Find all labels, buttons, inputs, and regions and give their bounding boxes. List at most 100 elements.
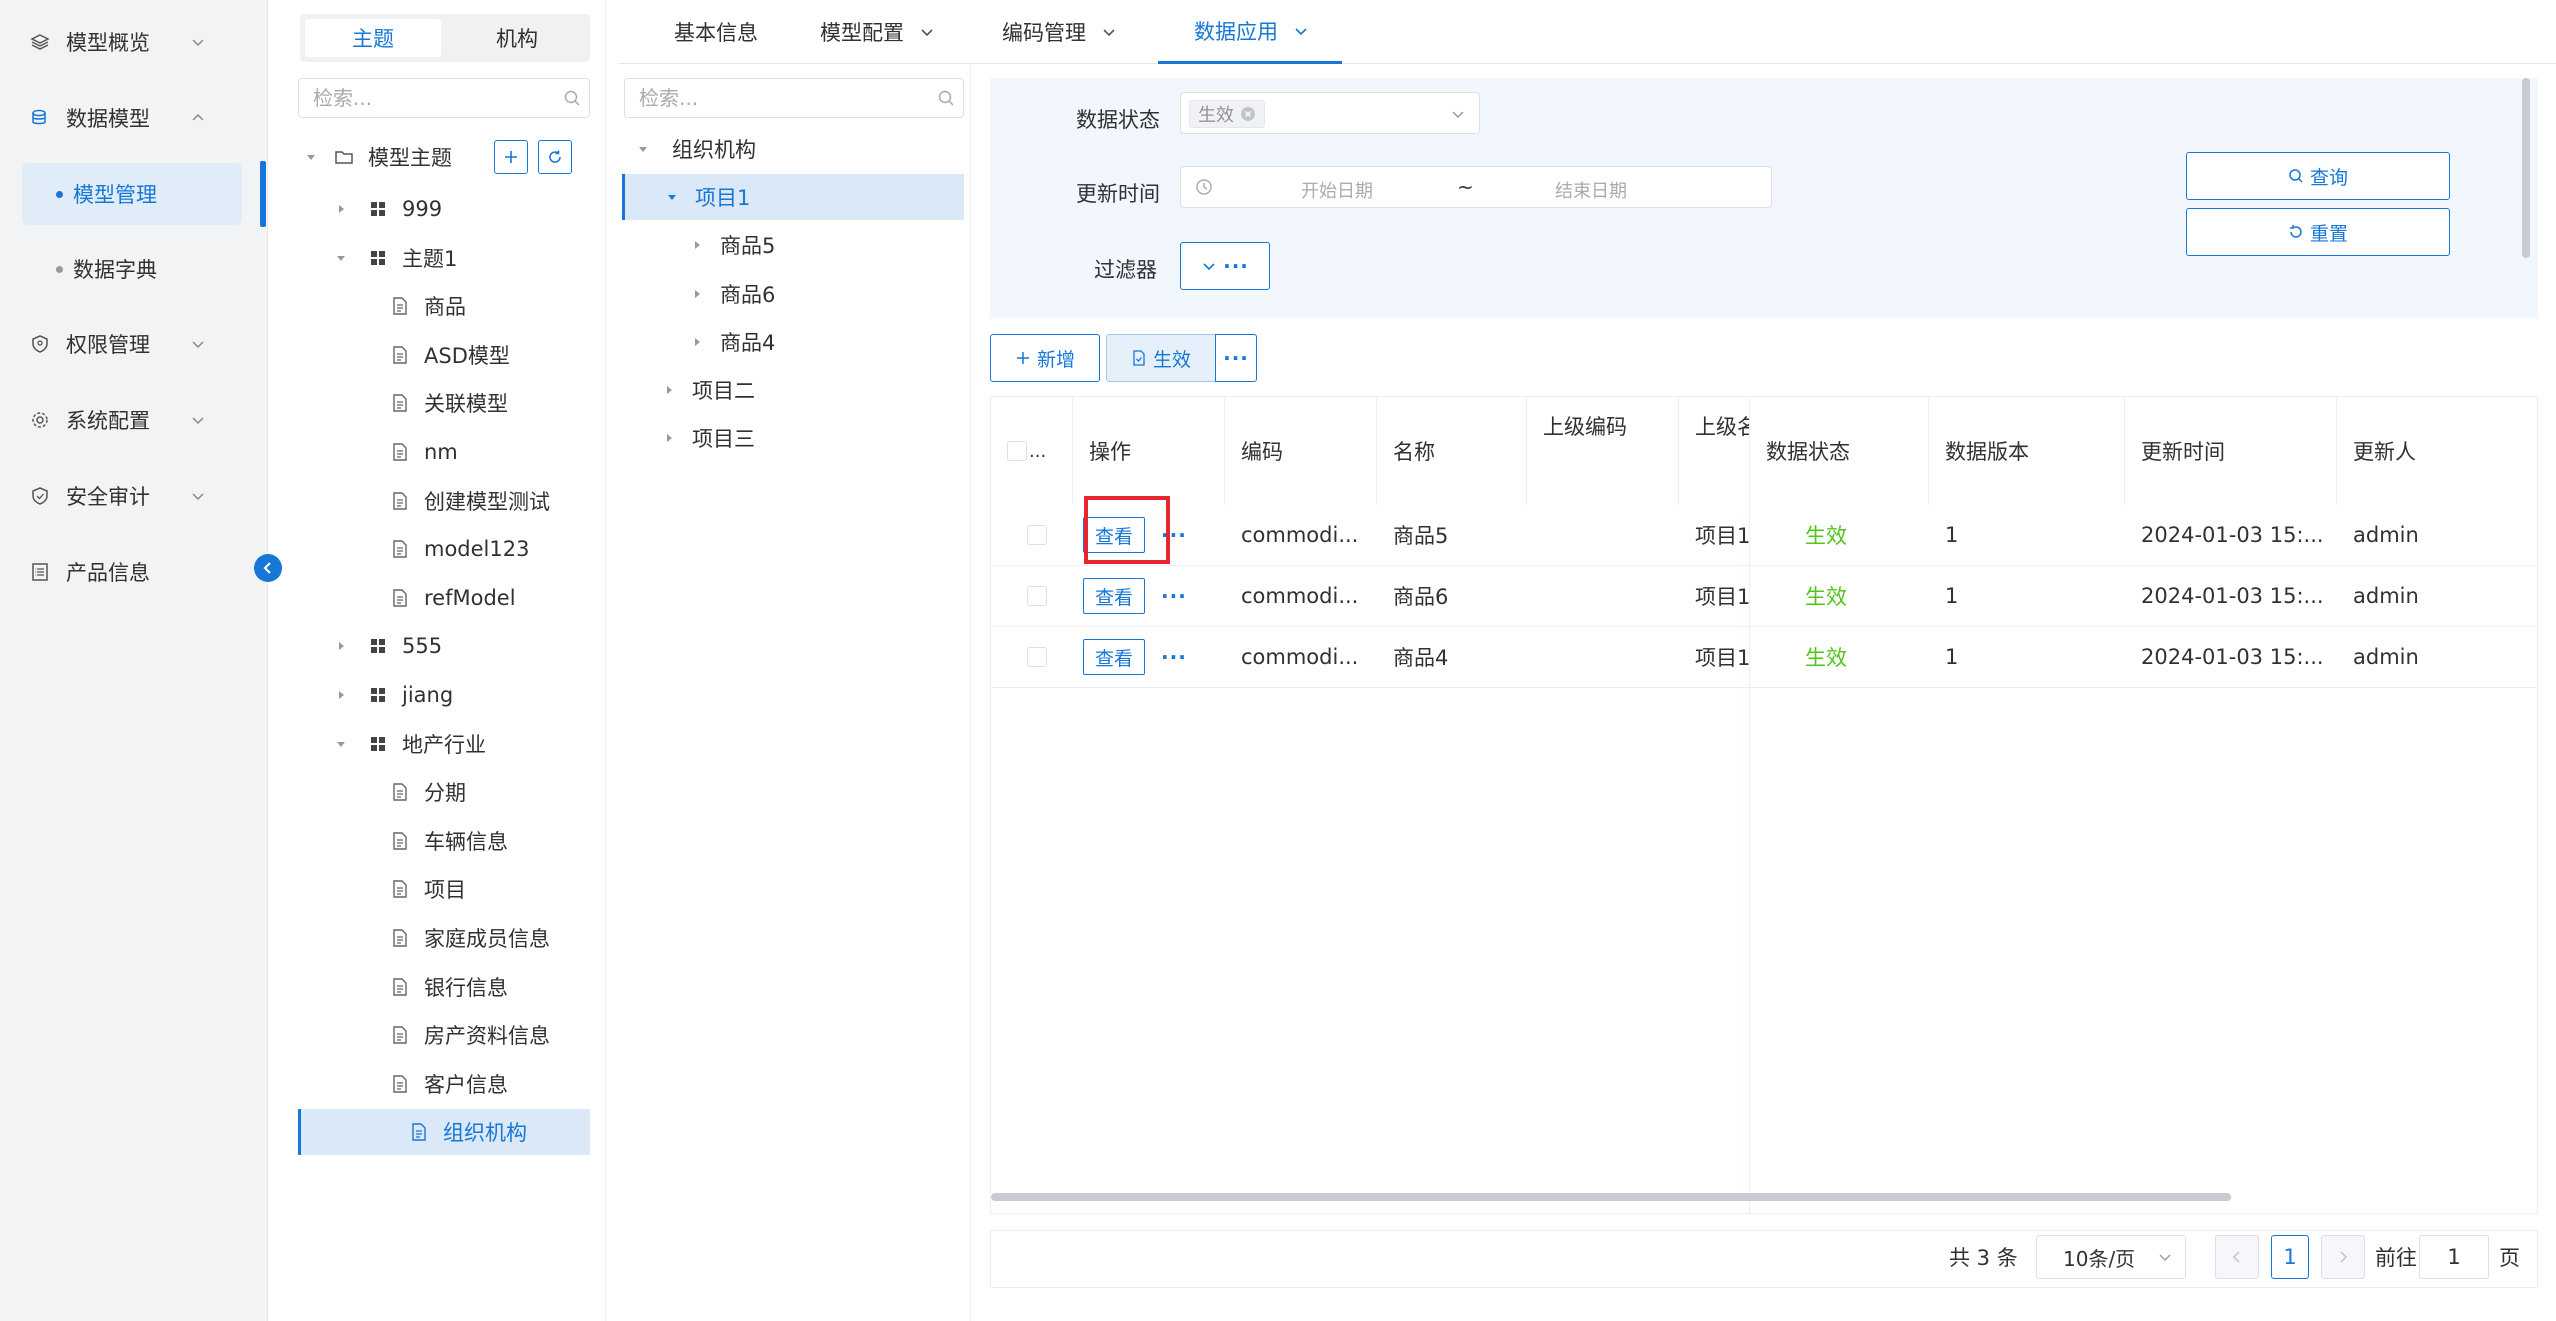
- caret-down-icon[interactable]: [334, 737, 348, 751]
- tree-node[interactable]: refModel: [390, 575, 640, 621]
- tree-node[interactable]: 分期: [390, 769, 640, 815]
- table-header: ... 操作 编码 名称 上级编码 上级名 数据状态 数据版本 更新时间 更新人: [991, 397, 2537, 505]
- more-icon: ···: [1223, 346, 1249, 370]
- tree-node[interactable]: 组织机构: [298, 1109, 590, 1156]
- org-tree-node[interactable]: 项目三: [662, 415, 922, 461]
- nav-label: 安全审计: [66, 485, 150, 509]
- caret-down-icon[interactable]: [636, 142, 650, 156]
- refresh-theme-button[interactable]: [538, 140, 572, 174]
- toolbar-more-button[interactable]: ···: [1215, 334, 1257, 382]
- caret-right-icon[interactable]: [334, 688, 348, 702]
- tree-node[interactable]: 地产行业: [334, 721, 584, 767]
- tree-node[interactable]: 项目: [390, 866, 640, 912]
- nav-item-data-model[interactable]: 数据模型: [0, 88, 268, 148]
- tree-node-label: 车辆信息: [424, 829, 508, 854]
- tree-node[interactable]: 家庭成员信息: [390, 915, 640, 961]
- cell-parent-name: 项目1: [1695, 646, 1749, 670]
- org-tree-node[interactable]: 项目二: [662, 367, 922, 413]
- nav-label: 数据模型: [66, 107, 150, 131]
- date-range-picker[interactable]: 开始日期 ~ 结束日期: [1180, 166, 1772, 208]
- caret-right-icon[interactable]: [690, 238, 704, 252]
- tab-data-application[interactable]: 数据应用: [1158, 0, 1342, 64]
- caret-right-icon[interactable]: [690, 335, 704, 349]
- filter-scrollbar[interactable]: [2522, 78, 2530, 258]
- reset-button[interactable]: 重置: [2186, 208, 2450, 256]
- row-checkbox[interactable]: [1027, 586, 1047, 606]
- row-more-icon[interactable]: ···: [1161, 523, 1187, 547]
- tree-node[interactable]: 主题1: [334, 235, 584, 281]
- nav-item-system-config[interactable]: 系统配置: [0, 390, 268, 450]
- caret-right-icon[interactable]: [662, 383, 676, 397]
- tree-node[interactable]: 555: [334, 623, 584, 669]
- close-icon[interactable]: [1240, 106, 1256, 122]
- tree-node[interactable]: 关联模型: [390, 380, 640, 426]
- tab-code-management[interactable]: 编码管理: [988, 0, 1132, 64]
- query-button[interactable]: 查询: [2186, 152, 2450, 200]
- view-button[interactable]: 查看: [1083, 517, 1145, 553]
- page-size-select[interactable]: 10条/页: [2036, 1235, 2186, 1279]
- select-all-checkbox[interactable]: [1007, 441, 1027, 461]
- org-tree-node[interactable]: 组织机构: [636, 126, 896, 172]
- tree-node[interactable]: 车辆信息: [390, 818, 640, 864]
- nav-item-model-overview[interactable]: 模型概览: [0, 12, 268, 72]
- tab-basic-info[interactable]: 基本信息: [660, 0, 772, 64]
- view-button[interactable]: 查看: [1083, 578, 1145, 614]
- caret-right-icon[interactable]: [334, 639, 348, 653]
- grid-icon: [368, 636, 388, 656]
- goto-page-input[interactable]: 1: [2419, 1235, 2489, 1279]
- caret-down-icon[interactable]: [665, 190, 679, 204]
- segment-theme[interactable]: 主题: [305, 19, 441, 57]
- caret-right-icon[interactable]: [690, 287, 704, 301]
- nav-sub-model-management[interactable]: 模型管理: [22, 163, 242, 225]
- tree-node[interactable]: jiang: [334, 672, 584, 718]
- org-tree-node[interactable]: 商品5: [690, 222, 950, 268]
- tree-node[interactable]: 创建模型测试: [390, 478, 640, 524]
- filter-panel: 数据状态 生效 更新时间 开始日期 ~ 结束日期 过滤器 ··· 查询 重置: [990, 78, 2538, 318]
- row-more-icon[interactable]: ···: [1161, 584, 1187, 608]
- column-header-actions: 操作: [1073, 397, 1225, 505]
- status-select[interactable]: 生效: [1180, 92, 1480, 134]
- filter-dropdown-button[interactable]: ···: [1180, 242, 1270, 290]
- caret-down-icon[interactable]: [334, 251, 348, 265]
- theme-search-input[interactable]: [299, 86, 589, 110]
- org-search-input[interactable]: [625, 86, 963, 110]
- nav-sub-data-dictionary[interactable]: 数据字典: [22, 238, 242, 300]
- org-tree-node[interactable]: 商品4: [690, 319, 950, 365]
- nav-item-security-audit[interactable]: 安全审计: [0, 466, 268, 526]
- caret-right-icon[interactable]: [334, 202, 348, 216]
- collapse-sidebar-button[interactable]: [254, 554, 282, 582]
- cell-version: 1: [1945, 584, 1959, 608]
- tree-node[interactable]: nm: [390, 429, 640, 475]
- page-1-button[interactable]: 1: [2271, 1235, 2309, 1279]
- nav-item-permission[interactable]: 权限管理: [0, 314, 268, 374]
- activate-button[interactable]: 生效: [1106, 334, 1216, 382]
- horizontal-scrollbar[interactable]: [991, 1193, 2231, 1201]
- select-all-header: ...: [991, 397, 1073, 505]
- tree-node[interactable]: 房产资料信息: [390, 1012, 640, 1058]
- org-tree-node[interactable]: 项目1: [622, 174, 964, 221]
- add-theme-button[interactable]: [494, 140, 528, 174]
- row-checkbox[interactable]: [1027, 647, 1047, 667]
- next-page-button[interactable]: [2321, 1235, 2365, 1279]
- view-button[interactable]: 查看: [1083, 639, 1145, 675]
- tree-node[interactable]: 客户信息: [390, 1061, 640, 1107]
- tab-label: 模型配置: [820, 21, 904, 45]
- nav-item-product-info[interactable]: 产品信息: [0, 542, 268, 602]
- tree-node[interactable]: model123: [390, 526, 640, 572]
- tree-node[interactable]: ASD模型: [390, 332, 640, 378]
- org-tree-node[interactable]: 商品6: [690, 271, 950, 317]
- tree-node[interactable]: 999: [334, 186, 584, 232]
- row-checkbox[interactable]: [1027, 525, 1047, 545]
- row-more-icon[interactable]: ···: [1161, 645, 1187, 669]
- tab-model-config[interactable]: 模型配置: [806, 0, 950, 64]
- segment-org[interactable]: 机构: [449, 19, 585, 57]
- tree-node[interactable]: 银行信息: [390, 964, 640, 1010]
- prev-page-button[interactable]: [2215, 1235, 2259, 1279]
- caret-right-icon[interactable]: [662, 431, 676, 445]
- tree-node-label: 银行信息: [424, 975, 508, 1000]
- plus-icon: [502, 148, 520, 166]
- tree-node[interactable]: 商品: [390, 283, 640, 329]
- tree-root-node[interactable]: 模型主题: [304, 134, 484, 180]
- tree-node-label: 999: [402, 197, 443, 221]
- add-button[interactable]: 新增: [990, 334, 1100, 382]
